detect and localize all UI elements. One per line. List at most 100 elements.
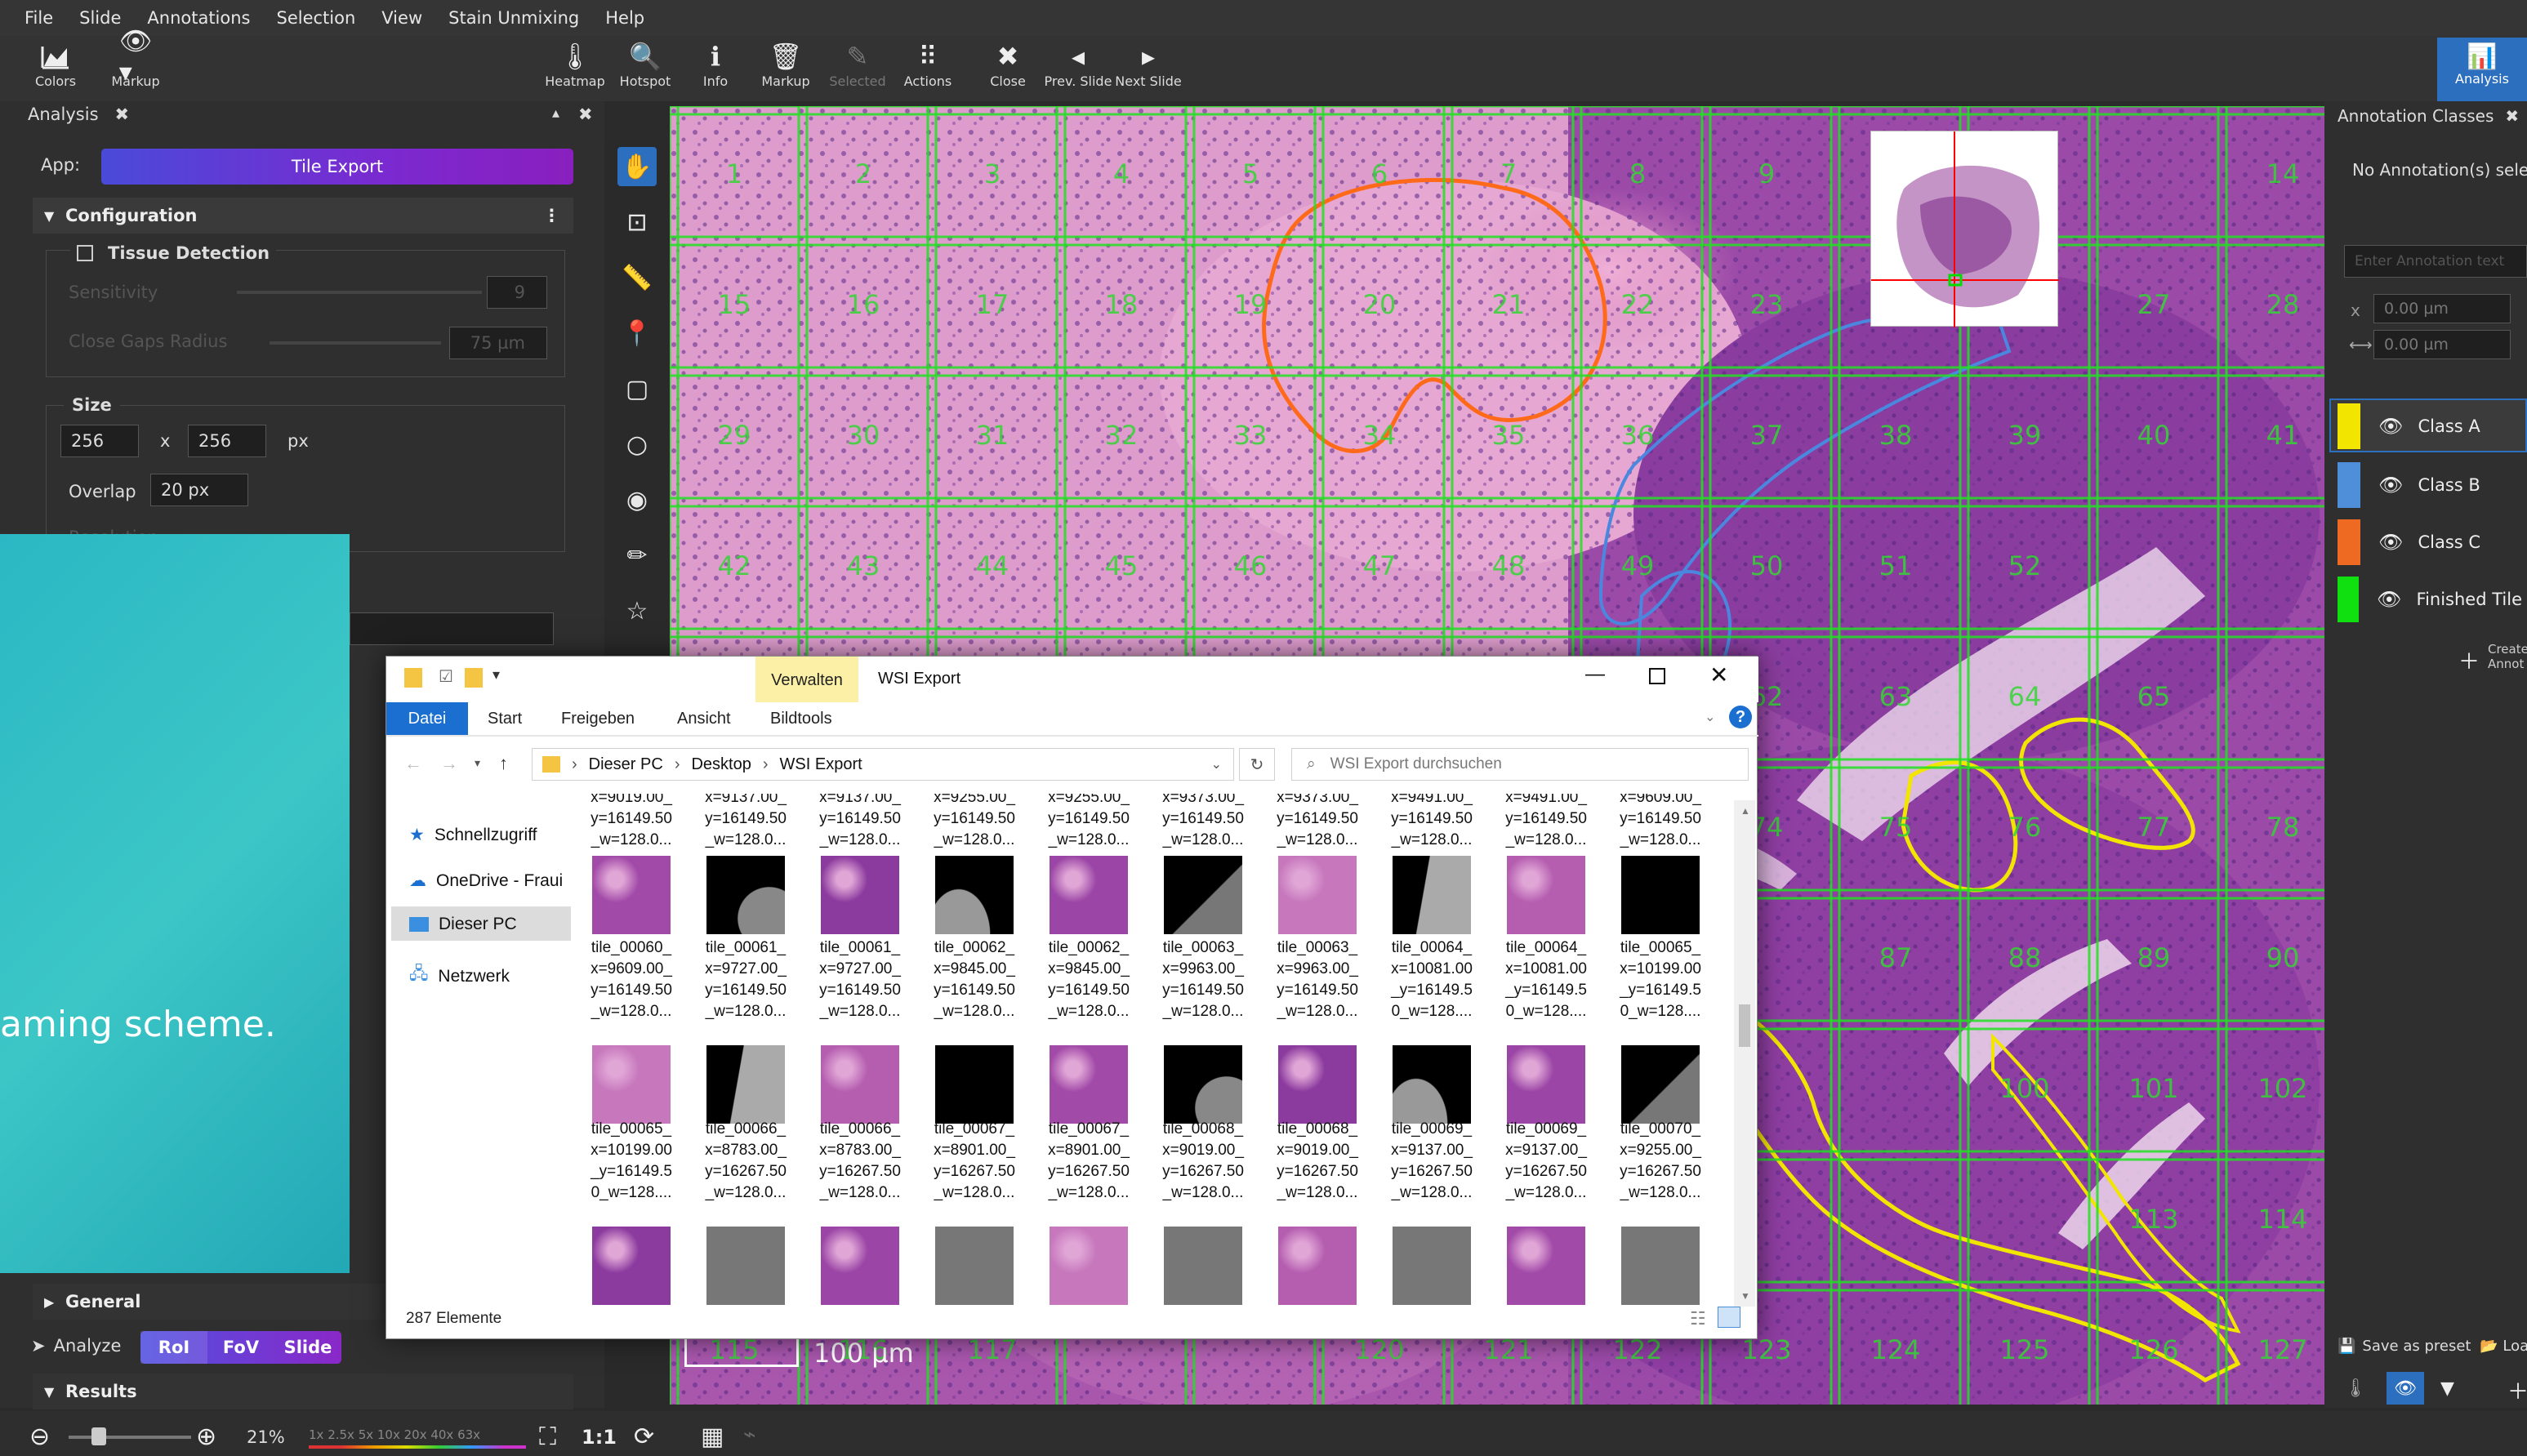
pencil-tool-icon[interactable]: ✏ [617, 536, 657, 575]
close-icon[interactable]: ✕ [1709, 661, 1728, 688]
tile-thumbnail[interactable] [1164, 1045, 1242, 1124]
analysis-tab-button[interactable]: 📊 Analysis [2437, 38, 2527, 101]
tile-thumbnail[interactable] [1278, 856, 1357, 934]
tile-thumbnail[interactable] [592, 1045, 671, 1124]
zoom-in-icon[interactable]: ⊕ [196, 1423, 216, 1451]
tile-thumbnail[interactable] [1050, 856, 1128, 934]
tile-thumbnail[interactable] [935, 1045, 1014, 1124]
menu-selection[interactable]: Selection [264, 8, 369, 28]
zoom-out-icon[interactable]: ⊖ [29, 1423, 50, 1451]
tile-thumbnail[interactable] [1393, 856, 1471, 934]
ruler-tool-icon[interactable]: 📏 [617, 258, 657, 297]
more-icon[interactable]: ⋮ [543, 206, 560, 225]
tile-thumbnail[interactable] [821, 856, 899, 934]
minimap[interactable] [1870, 131, 2059, 327]
quick-access-properties-icon[interactable]: ☑ [439, 666, 453, 687]
fov-button[interactable]: FoV [207, 1331, 274, 1364]
scroll-up-icon[interactable]: ▲ [1740, 805, 1750, 817]
vertical-scrollbar[interactable]: ▲ ▼ [1734, 800, 1755, 1307]
thermometer-icon[interactable]: 🌡 [2344, 1378, 2367, 1399]
pin-tool-icon[interactable]: 📍 [617, 314, 657, 353]
eye-toggle-icon[interactable]: 👁 [2387, 1372, 2424, 1405]
markup-delete-button[interactable]: 🗑 Markup [751, 41, 820, 98]
tile-thumbnail[interactable] [1621, 856, 1700, 934]
eye-icon[interactable]: 👁 [2378, 415, 2403, 438]
prev-slide-button[interactable]: ◂ Prev. Slide [1044, 41, 1112, 98]
tile-thumbnail[interactable] [821, 1227, 899, 1305]
target-tool-icon[interactable]: ◉ [617, 480, 657, 519]
scrollbar-thumb[interactable] [1739, 1004, 1750, 1047]
tile-thumbnail[interactable] [1621, 1045, 1700, 1124]
sensitivity-spin[interactable]: 9 [487, 276, 547, 309]
one-to-one-button[interactable]: 1:1 [582, 1426, 617, 1449]
tile-thumbnail[interactable] [1278, 1045, 1357, 1124]
tile-thumbnail[interactable] [1507, 1045, 1585, 1124]
zoom-slider[interactable] [69, 1436, 191, 1439]
width-spin[interactable]: 0.00 µm [2373, 330, 2511, 359]
help-icon[interactable]: ? [1729, 706, 1752, 728]
info-button[interactable]: i Info [681, 41, 750, 98]
sensitivity-slider[interactable] [237, 291, 482, 294]
menu-annotations[interactable]: Annotations [134, 8, 263, 28]
next-slide-button[interactable]: ▸ Next Slide [1114, 41, 1183, 98]
tile-thumbnail[interactable] [1278, 1227, 1357, 1305]
tissue-detection-checkbox[interactable]: Tissue Detection [70, 243, 277, 263]
address-bar[interactable]: › Dieser PC › Desktop › WSI Export ⌄ [532, 748, 1234, 781]
class-row-finished-tile[interactable]: 👁 Finished Tile [2333, 573, 2522, 626]
hand-tool-icon[interactable]: ✋ [617, 147, 657, 186]
tile-thumbnail[interactable] [1164, 856, 1242, 934]
plus-icon[interactable]: ＋ [2458, 645, 2480, 675]
grid-icon[interactable]: ▦ [701, 1423, 724, 1451]
tile-thumbnail[interactable] [935, 1227, 1014, 1305]
file-list[interactable]: x=9019.00_ y=16149.50 _w=128.0... x=9137.00… [579, 794, 1739, 1308]
large-icons-view-icon[interactable] [1718, 1307, 1740, 1328]
circle-tool-icon[interactable]: ○ [617, 425, 657, 464]
tab-start[interactable]: Start [476, 702, 533, 735]
tab-share[interactable]: Freigeben [550, 702, 646, 735]
close-icon[interactable]: ✖ [2505, 106, 2519, 126]
tile-thumbnail[interactable] [592, 1227, 671, 1305]
back-arrow-icon[interactable]: ← [404, 753, 422, 774]
load-button[interactable]: 📂 Loa [2480, 1338, 2527, 1355]
link-icon[interactable]: ⌁ [743, 1423, 756, 1447]
class-row-a[interactable]: 👁 Class A [2333, 400, 2522, 452]
menu-file[interactable]: File [11, 8, 66, 28]
tile-thumbnail[interactable] [1393, 1227, 1471, 1305]
chevron-down-icon[interactable]: ⌄ [1211, 756, 1222, 773]
tile-thumbnail[interactable] [1393, 1045, 1471, 1124]
overlap-spin[interactable]: 20 px [150, 474, 248, 506]
annotation-text-input[interactable]: Enter Annotation text [2344, 245, 2527, 278]
tile-thumbnail[interactable] [706, 856, 785, 934]
refresh-icon[interactable]: ↻ [1239, 748, 1275, 781]
markup-toggle-button[interactable]: 👁▾ Markup [101, 25, 170, 98]
class-row-c[interactable]: 👁 Class C [2333, 516, 2522, 568]
new-folder-icon[interactable] [465, 668, 483, 688]
nav-network[interactable]: 🖧 Netzwerk [409, 962, 510, 991]
recent-chevron-icon[interactable]: ▾ [475, 756, 480, 770]
chevron-down-icon[interactable]: ⌄ [1705, 709, 1715, 725]
tab-picture-tools[interactable]: Bildtools [759, 702, 844, 735]
tile-thumbnail[interactable] [706, 1045, 785, 1124]
size-width-spin[interactable]: 256 [60, 425, 139, 457]
tile-thumbnail[interactable] [935, 856, 1014, 934]
crumb-desktop[interactable]: Desktop [691, 755, 751, 774]
scroll-down-icon[interactable]: ▼ [1740, 1290, 1750, 1302]
menu-view[interactable]: View [368, 8, 435, 28]
tile-thumbnail[interactable] [1050, 1227, 1128, 1305]
close-icon[interactable]: ✖ [115, 105, 130, 124]
nav-onedrive[interactable]: ☁ OneDrive - Fraui [409, 870, 563, 891]
nav-this-pc[interactable]: Dieser PC [409, 915, 517, 934]
colors-button[interactable]: Colors [21, 41, 90, 98]
star-tool-icon[interactable]: ☆ [617, 591, 657, 630]
details-view-icon[interactable]: ☷ [1690, 1308, 1706, 1329]
tab-view[interactable]: Ansicht [666, 702, 742, 735]
tab-file[interactable]: Datei [386, 702, 468, 735]
chevron-down-icon[interactable]: ▾ [492, 666, 500, 683]
crumb-this-pc[interactable]: Dieser PC [589, 755, 663, 774]
results-section[interactable]: ▼ Results [33, 1374, 573, 1409]
eye-icon[interactable]: 👁 [2377, 588, 2401, 611]
manage-context-tab[interactable]: Verwalten [755, 657, 858, 702]
forward-arrow-icon[interactable]: → [440, 753, 458, 774]
file-explorer-window[interactable]: ☑ ▾ Verwalten WSI Export — ✕ Datei Start… [386, 656, 1758, 1339]
eye-icon[interactable]: 👁 [2378, 474, 2403, 496]
